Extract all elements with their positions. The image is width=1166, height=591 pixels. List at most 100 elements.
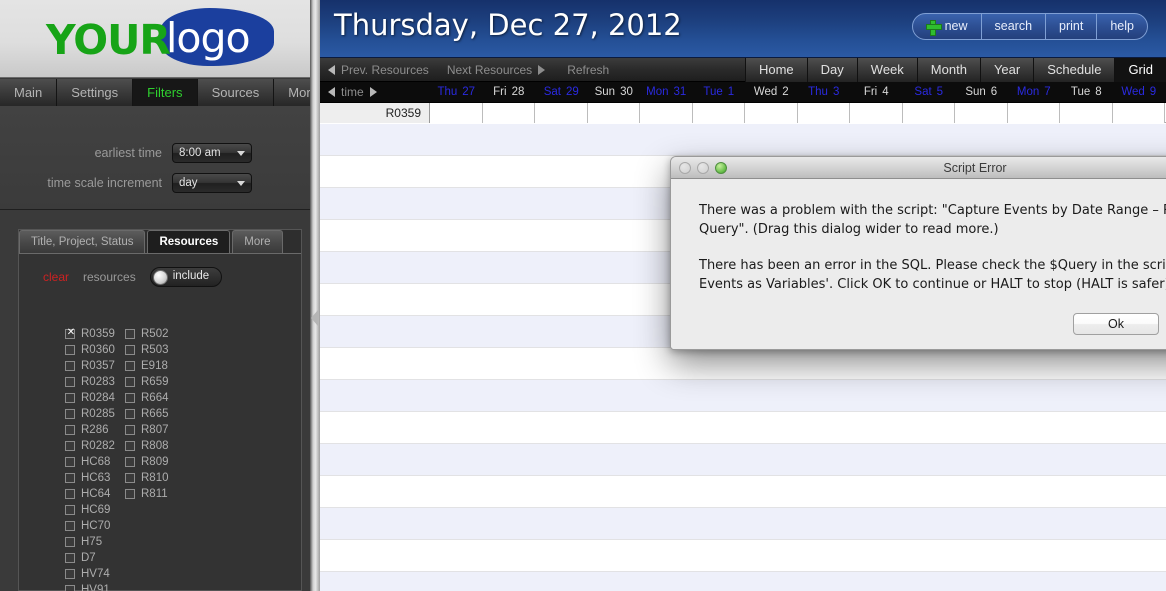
grid-header-cell[interactable] <box>640 103 693 123</box>
next-resources-button[interactable]: Next Resources <box>447 63 532 77</box>
grid-row[interactable] <box>320 540 1166 572</box>
resource-checkbox[interactable] <box>65 505 75 515</box>
grid-row[interactable] <box>320 380 1166 412</box>
resource-checkbox[interactable] <box>65 553 75 563</box>
resource-checkbox[interactable] <box>125 489 135 499</box>
resource-item[interactable]: R503 <box>125 342 185 358</box>
view-tab-schedule[interactable]: Schedule <box>1033 58 1115 82</box>
resource-checkbox[interactable] <box>125 409 135 419</box>
resource-item[interactable]: R665 <box>125 406 185 422</box>
grid-header-cell[interactable] <box>850 103 903 123</box>
tab-resources[interactable]: Resources <box>147 230 231 254</box>
resource-checkbox[interactable] <box>125 377 135 387</box>
resource-item[interactable]: HC63 <box>65 470 125 486</box>
grid-header-cell[interactable] <box>535 103 588 123</box>
resource-checkbox[interactable] <box>125 345 135 355</box>
resource-item[interactable]: R811 <box>125 486 185 502</box>
timeline-day-cell[interactable]: Sun 30 <box>588 86 641 98</box>
timeline-day-cell[interactable]: Sun 6 <box>955 86 1008 98</box>
resource-item[interactable]: R0357 <box>65 358 125 374</box>
grid-row[interactable] <box>320 412 1166 444</box>
resource-checkbox[interactable] <box>125 441 135 451</box>
resource-checkbox[interactable] <box>65 585 75 591</box>
resource-item[interactable]: R659 <box>125 374 185 390</box>
grid-row[interactable] <box>320 124 1166 156</box>
new-button[interactable]: new <box>913 14 982 39</box>
grid-header-cell[interactable] <box>692 103 745 123</box>
resource-checkbox[interactable] <box>65 569 75 579</box>
resource-checkbox[interactable] <box>125 425 135 435</box>
view-tab-day[interactable]: Day <box>806 58 857 82</box>
timeline-day-cell[interactable]: Fri 4 <box>850 86 903 98</box>
grid-header-cell[interactable] <box>587 103 640 123</box>
next-resources-arrow-icon[interactable] <box>538 64 546 75</box>
timeline-day-cell[interactable]: Sat 29 <box>535 86 588 98</box>
timeline-day-cell[interactable]: Thu 27 <box>430 86 483 98</box>
zoom-icon[interactable] <box>715 162 727 174</box>
dialog-title-bar[interactable]: Script Error <box>671 157 1166 179</box>
grid-header-cell[interactable] <box>902 103 955 123</box>
resource-item[interactable]: R0285 <box>65 406 125 422</box>
view-tab-grid[interactable]: Grid <box>1114 58 1166 82</box>
view-tab-home[interactable]: Home <box>744 58 807 82</box>
grid-row[interactable] <box>320 572 1166 591</box>
resource-item[interactable]: R807 <box>125 422 185 438</box>
tab-more[interactable]: More <box>232 230 283 254</box>
grid-header-cell[interactable] <box>797 103 850 123</box>
sidebar-tab-settings[interactable]: Settings <box>57 79 134 106</box>
resource-checkbox[interactable] <box>65 521 75 531</box>
timeline-day-cell[interactable]: Wed 9 <box>1113 86 1166 98</box>
grid-header-cell[interactable] <box>1060 103 1113 123</box>
time-next-arrow-icon[interactable] <box>369 87 377 97</box>
resource-item[interactable]: HV91 <box>65 582 125 591</box>
time-prev-arrow-icon[interactable] <box>328 87 335 97</box>
grid-row[interactable] <box>320 348 1166 380</box>
sidebar-tab-sources[interactable]: Sources <box>197 79 275 106</box>
timeline-day-cell[interactable]: Thu 3 <box>798 86 851 98</box>
resource-item[interactable]: HC64 <box>65 486 125 502</box>
resource-item[interactable]: R0283 <box>65 374 125 390</box>
resource-checkbox[interactable] <box>125 361 135 371</box>
resource-item[interactable]: R810 <box>125 470 185 486</box>
time-scale-select[interactable]: day <box>172 173 252 193</box>
resource-checkbox[interactable] <box>65 457 75 467</box>
earliest-time-select[interactable]: 8:00 am <box>172 143 252 163</box>
sidebar-splitter[interactable] <box>310 0 320 591</box>
resource-item[interactable]: E918 <box>125 358 185 374</box>
resource-item[interactable]: HC68 <box>65 454 125 470</box>
resource-checkbox[interactable] <box>65 537 75 547</box>
grid-header-cell[interactable] <box>1007 103 1060 123</box>
timeline-day-cell[interactable]: Mon 7 <box>1008 86 1061 98</box>
resource-checkbox[interactable] <box>65 489 75 499</box>
print-button[interactable]: print <box>1046 14 1098 39</box>
timeline-day-cell[interactable]: Sat 5 <box>903 86 956 98</box>
grid-header-cell[interactable] <box>1112 103 1165 123</box>
resource-item[interactable]: R0360 <box>65 342 125 358</box>
timeline-day-cell[interactable]: Tue 1 <box>693 86 746 98</box>
resource-item[interactable]: D7 <box>65 550 125 566</box>
view-tab-year[interactable]: Year <box>979 58 1034 82</box>
resource-item[interactable]: R0359 <box>65 326 125 342</box>
resource-checkbox[interactable] <box>65 473 75 483</box>
prev-resources-button[interactable]: Prev. Resources <box>341 63 429 77</box>
resource-item[interactable]: HV74 <box>65 566 125 582</box>
resource-checkbox[interactable] <box>65 425 75 435</box>
resource-checkbox[interactable] <box>65 393 75 403</box>
resource-item[interactable]: R0284 <box>65 390 125 406</box>
search-button[interactable]: search <box>982 14 1047 39</box>
resource-checkbox[interactable] <box>125 473 135 483</box>
timeline-day-cell[interactable]: Tue 8 <box>1060 86 1113 98</box>
resource-item[interactable]: HC70 <box>65 518 125 534</box>
refresh-button[interactable]: Refresh <box>567 63 609 77</box>
ok-button[interactable]: Ok <box>1073 313 1159 335</box>
resource-checkbox[interactable] <box>65 377 75 387</box>
timeline-day-cell[interactable]: Fri 28 <box>483 86 536 98</box>
sidebar-tab-main[interactable]: Main <box>0 79 58 106</box>
resource-item[interactable]: R286 <box>65 422 125 438</box>
grid-row[interactable] <box>320 476 1166 508</box>
resource-checkbox[interactable] <box>125 457 135 467</box>
resource-item[interactable]: H75 <box>65 534 125 550</box>
resource-item[interactable]: R809 <box>125 454 185 470</box>
resource-checkbox[interactable] <box>125 393 135 403</box>
resource-item[interactable]: R664 <box>125 390 185 406</box>
